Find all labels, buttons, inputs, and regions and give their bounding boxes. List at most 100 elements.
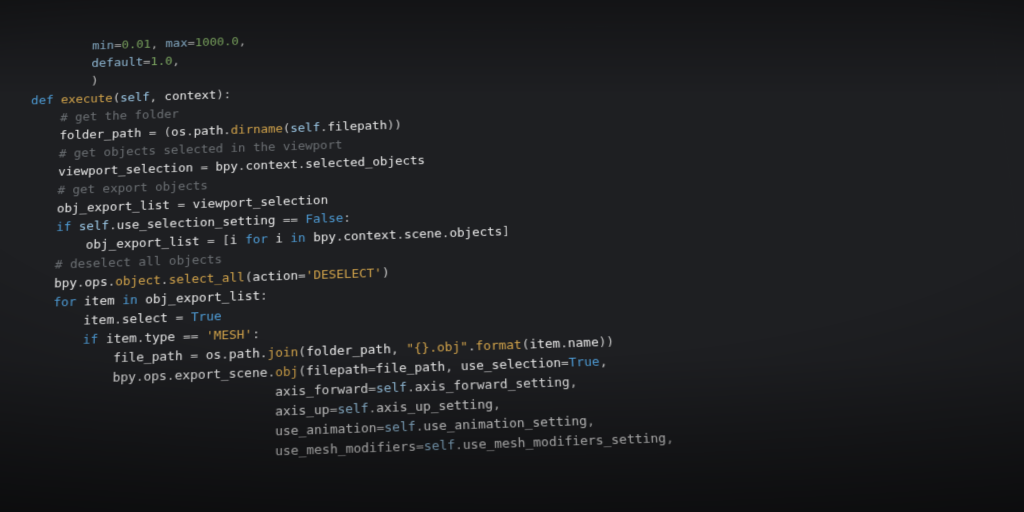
token-txt: use_animation [275,420,377,438]
token-fn: select_all [168,270,244,287]
editor-viewport: min=0.01, max=1000.0, default=1.0, ) def… [0,0,1024,512]
token-op: = [298,268,306,282]
token-kw: if [83,332,107,347]
token-txt: folder_path [59,126,149,142]
token-op: == [283,212,306,227]
token-op: ( [283,121,290,135]
token-op: , [569,374,577,389]
token-const: True [191,309,222,324]
token-op: = [175,310,191,325]
token-kw: in [122,292,145,307]
token-txt: obj_export_list [86,234,208,252]
token-op: : [343,210,351,224]
token-op: ( [298,364,306,379]
token-fn: dirname [231,121,283,136]
token-txt: context [245,157,297,172]
token-sel: self [376,380,407,396]
token-kw: for [53,294,84,309]
token-op: . [260,346,268,361]
token-txt: context [343,228,396,244]
token-txt: selected_objects [305,153,425,170]
token-sel: self [120,90,150,104]
token-txt: filepath [327,118,387,133]
token-txt: axis_forward [275,381,368,399]
token-op: )) [387,118,402,132]
token-txt: type [144,329,183,345]
token-sel: self [424,437,456,453]
token-txt: objects [449,224,502,240]
token-op: == [183,328,206,343]
token-txt: i [275,231,290,245]
token-txt: axis_forward_setting [415,374,570,394]
token-txt: action [252,268,298,284]
token-cmt: # deselect all objects [55,252,223,272]
token-txt: axis_up_setting [376,397,493,416]
token-txt: name [568,335,599,350]
token-op: , [493,396,501,411]
token-str: "{}.obj" [406,339,468,356]
token-op: , [150,90,165,104]
token-txt: viewport_selection [192,193,328,211]
code-editor[interactable]: min=0.01, max=1000.0, default=1.0, ) def… [0,14,1024,512]
token-fn: execute [61,91,113,106]
token-op: )) [598,334,614,349]
token-txt: ops [143,368,167,383]
token-txt: i [230,232,245,246]
token-op: ( [298,344,306,359]
token-fn: obj [275,364,298,379]
token-sel: self [79,218,110,233]
token-op: : [260,288,268,303]
token-num: 1000.0 [195,34,239,48]
token-txt: file_path [113,348,191,365]
token-op: . [298,157,306,171]
token-op: , [599,354,607,369]
token-txt: bpy [313,230,336,245]
token-op: , [151,37,166,51]
token-const: False [305,211,343,226]
token-kw: def [31,93,61,107]
token-fn: format [475,337,522,353]
token-op: = [ [207,233,230,248]
token-op: : [252,327,260,342]
token-op: = ( [149,125,172,139]
code-block: min=0.01, max=1000.0, default=1.0, ) def… [0,20,674,471]
token-txt: file_path [376,359,446,376]
token-txt: scene [404,226,442,241]
token-txt: export_scene [174,365,267,383]
token-cmt: # get export objects [57,178,208,197]
token-kw: for [245,231,275,246]
token-txt: item [106,331,137,346]
token-param: max [165,36,187,50]
token-sel: self [337,401,368,417]
token-txt: obj_export_list [145,288,260,306]
token-op: ( [245,270,253,284]
token-op: = [376,420,384,435]
token-op: , [391,341,407,356]
token-str: 'DESELECT' [306,265,382,282]
token-txt: bpy [112,369,136,384]
token-op: , [445,359,461,374]
token-param: default [91,55,143,70]
token-op: ): [216,87,231,101]
token-const: True [568,354,600,370]
token-txt: os [206,347,222,362]
token-txt: use_mesh_modifiers [275,439,416,459]
token-cmt: # get the folder [60,107,179,124]
token-txt: use_selection_setting [117,213,283,232]
token-txt: select [122,310,176,326]
token-op: ] [502,224,510,238]
token-op: = [200,160,215,174]
token-txt: item [84,293,123,309]
token-txt: use_mesh_modifiers_setting [463,430,667,452]
token-op: , [172,54,180,67]
token-txt: use_animation_setting [423,413,587,433]
token-txt: path [194,123,224,137]
token-txt: item [83,312,114,327]
token-op: ) [382,265,390,279]
token-txt: use_selection [460,355,561,373]
token-txt: bpy [215,159,238,173]
token-num: 0.01 [121,37,151,51]
token-op: , [587,413,596,428]
token-txt: bpy [54,275,77,290]
token-txt: path [229,346,260,362]
